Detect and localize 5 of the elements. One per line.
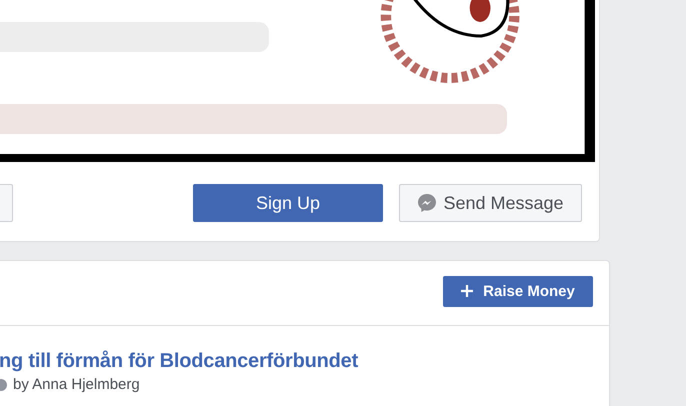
raise-money-button[interactable]: Raise Money: [443, 276, 593, 306]
send-message-button[interactable]: Send Message: [399, 184, 582, 222]
author-byline: by Anna Hjelmberg: [13, 376, 140, 393]
fundraiser-title-link[interactable]: ng till förmån för Blodcancerförbundet: [0, 350, 609, 373]
sign-up-button[interactable]: Sign Up: [193, 184, 383, 222]
